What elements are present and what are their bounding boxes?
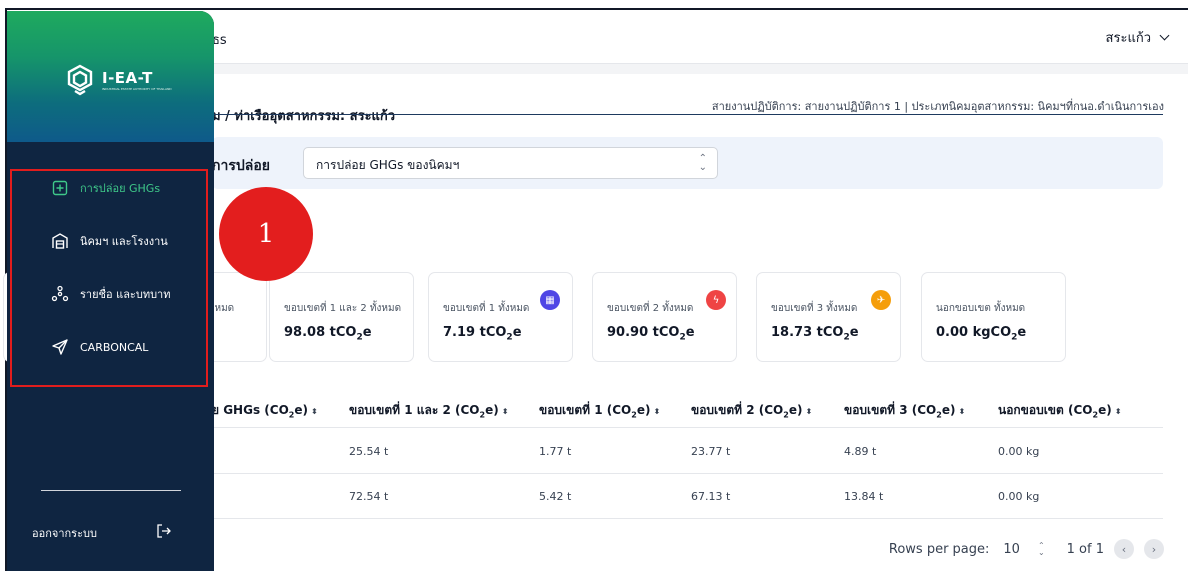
summary-card-outside: นอกขอบเขต ทั้งหมด 0.00 kgCO2e (921, 272, 1066, 362)
column-header-total[interactable]: ย GHGs (CO2e) ⬍ (212, 401, 318, 420)
user-menu[interactable]: สระแก้ว (1105, 27, 1170, 48)
logout-icon (156, 523, 172, 542)
sidebar-header: I-EA-T INDUSTRIAL ESTATE AUTHORITY OF TH… (7, 11, 214, 142)
card-value: 18.73 tCO2e (771, 325, 859, 343)
column-header-scope3[interactable]: ขอบเขตที่ 3 (CO2e) ⬍ (844, 401, 965, 420)
summary-card-scope12: ขอบเขตที่ 1 และ 2 ทั้งหมด 98.08 tCO2e (269, 272, 414, 362)
next-page-button[interactable]: › (1144, 539, 1164, 559)
card-label: ขอบเขตที่ 1 และ 2 ทั้งหมด (284, 303, 402, 314)
table-cell: 25.54 t (349, 445, 389, 458)
table-cell: 72.54 t (349, 490, 389, 503)
logo-emblem-icon (67, 64, 93, 96)
table-cell: 4.89 t (844, 445, 877, 458)
sort-icon: ⬍ (653, 407, 661, 416)
annotation-highlight-box (10, 169, 208, 387)
filter-label: การปล่อย (212, 158, 270, 174)
card-label: ขอบเขตที่ 3 ทั้งหมด (771, 303, 858, 314)
logo-subtitle: INDUSTRIAL ESTATE AUTHORITY OF THAILAND (102, 87, 172, 91)
estate-meta: สายงานปฏิบัติการ: สายงานปฏิบัติการ 1 | ป… (711, 100, 1164, 113)
sort-icon: ⬍ (1114, 407, 1122, 416)
select-caret-icon: ⌃ ⌄ (1037, 541, 1045, 557)
table-cell: 23.77 t (691, 445, 731, 458)
lightning-icon: ϟ (706, 290, 726, 310)
logout-label: ออกจากระบบ (32, 526, 97, 540)
table-cell: 0.00 kg (998, 490, 1040, 503)
annotation-marker: 1 (219, 187, 313, 281)
sort-icon: ⬍ (805, 407, 813, 416)
column-header-scope2[interactable]: ขอบเขตที่ 2 (CO2e) ⬍ (691, 401, 812, 420)
user-name: สระแก้ว (1105, 31, 1151, 46)
table-cell: 67.13 t (691, 490, 731, 503)
rows-per-page-label: Rows per page: (888, 541, 990, 557)
sort-icon: ⬍ (958, 407, 966, 416)
card-value: 7.19 tCO2e (443, 325, 522, 343)
table-cell: 13.84 t (844, 490, 884, 503)
card-value: 0.00 kgCO2e (936, 325, 1027, 343)
app-title: ธs (212, 33, 227, 48)
column-header-scope1[interactable]: ขอบเขตที่ 1 (CO2e) ⬍ (539, 401, 660, 420)
pagination: Rows per page: 10 ⌃ ⌄ 1 of 1 ‹ › (889, 539, 1164, 559)
plane-icon: ✈ (871, 290, 891, 310)
select-caret-icon: ⌃ ⌄ (698, 153, 707, 173)
table-cell: 0.00 kg (998, 445, 1040, 458)
column-header-outside[interactable]: นอกขอบเขต (CO2e) ⬍ (998, 401, 1121, 420)
logo-wordmark: I-EA-T (102, 69, 153, 87)
rows-per-page-select[interactable]: 10 ⌃ ⌄ (1003, 542, 1044, 557)
filter-panel: การปล่อย การปล่อย GHGs ของนิคมฯ ⌃ ⌄ (212, 137, 1163, 189)
select-value: การปล่อย GHGs ของนิคมฯ (316, 158, 460, 172)
ieat-logo: I-EA-T INDUSTRIAL ESTATE AUTHORITY OF TH… (63, 63, 172, 97)
summary-card-scope3: ขอบเขตที่ 3 ทั้งหมด ✈ 18.73 tCO2e (756, 272, 901, 362)
sort-icon: ⬍ (310, 407, 318, 416)
table-header: ย GHGs (CO2e) ⬍ ขอบเขตที่ 1 และ 2 (CO2e) ⬍… (212, 390, 1163, 428)
table-cell: 5.42 t (539, 490, 572, 503)
factory-icon: ▦ (540, 290, 560, 310)
summary-card-scope2: ขอบเขตที่ 2 ทั้งหมด ϟ 90.90 tCO2e (592, 272, 737, 362)
card-label: ขอบเขตที่ 1 ทั้งหมด (443, 303, 530, 314)
logout-button[interactable]: ออกจากระบบ (32, 523, 172, 542)
chevron-down-icon (1159, 30, 1170, 41)
table-row: 72.54 t 5.42 t 67.13 t 13.84 t 0.00 kg (212, 474, 1163, 519)
sidebar-divider (41, 490, 181, 491)
sort-icon: ⬍ (501, 407, 509, 416)
card-label: นอกขอบเขต ทั้งหมด (936, 303, 1026, 314)
column-header-scope12[interactable]: ขอบเขตที่ 1 และ 2 (CO2e) ⬍ (349, 401, 508, 420)
table-row: 25.54 t 1.77 t 23.77 t 4.89 t 0.00 kg (212, 429, 1163, 474)
card-value: 90.90 tCO2e (607, 325, 695, 343)
prev-page-button[interactable]: ‹ (1114, 539, 1134, 559)
card-label: ขอบเขตที่ 2 ทั้งหมด (607, 303, 694, 314)
emission-type-select[interactable]: การปล่อย GHGs ของนิคมฯ ⌃ ⌄ (303, 147, 718, 179)
table-cell: 1.77 t (539, 445, 572, 458)
page-info: 1 of 1 (1066, 541, 1104, 557)
breadcrumb: ม / ท่าเรืออุตสาหกรรม: สระแก้ว (212, 109, 396, 124)
summary-card-scope1: ขอบเขตที่ 1 ทั้งหมด ▦ 7.19 tCO2e (428, 272, 573, 362)
card-value: 98.08 tCO2e (284, 325, 372, 343)
breadcrumb-divider (212, 114, 1163, 115)
